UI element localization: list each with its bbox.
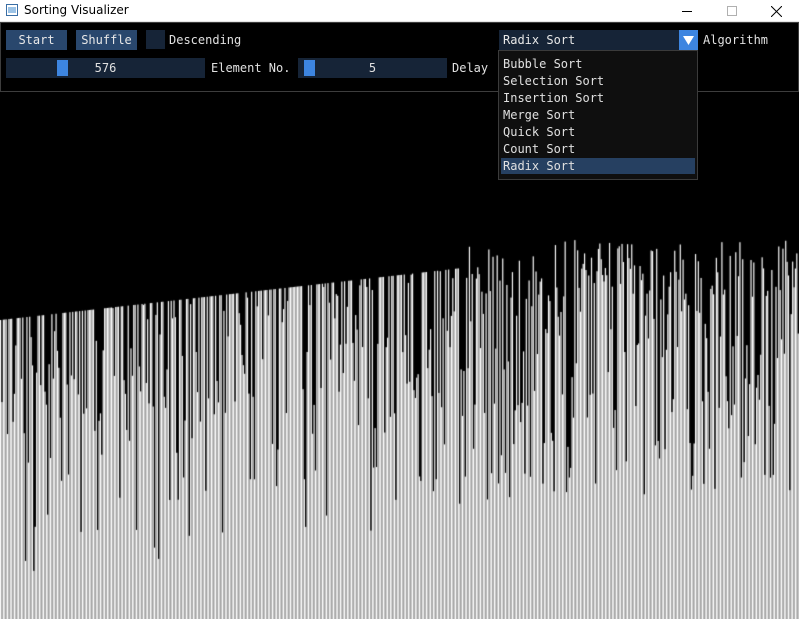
start-button[interactable]: Start [6, 30, 67, 50]
close-icon [771, 5, 782, 17]
delay-value: 5 [368, 61, 377, 75]
algorithm-option-radix[interactable]: Radix Sort [501, 158, 695, 174]
algorithm-combo[interactable]: Radix Sort [499, 30, 698, 50]
algorithm-option-quick[interactable]: Quick Sort [501, 124, 695, 140]
algorithm-option-selection[interactable]: Selection Sort [501, 73, 695, 89]
algorithm-option-count[interactable]: Count Sort [501, 141, 695, 157]
algorithm-selected: Radix Sort [503, 33, 576, 47]
algorithm-dropdown: Bubble Sort Selection Sort Insertion Sor… [498, 50, 698, 180]
element-no-label: Element No. [211, 61, 291, 75]
minimize-icon [681, 11, 692, 12]
chevron-down-icon [683, 35, 694, 45]
algorithm-option-insertion[interactable]: Insertion Sort [501, 90, 695, 106]
close-button[interactable] [754, 0, 799, 22]
app-icon [6, 4, 18, 16]
algorithm-label: Algorithm [703, 33, 769, 47]
shuffle-button[interactable]: Shuffle [76, 30, 137, 50]
element-no-slider[interactable]: 576 [6, 58, 205, 78]
delay-slider[interactable]: 5 [298, 58, 447, 78]
dropdown-arrow[interactable] [679, 30, 698, 50]
window-title: Sorting Visualizer [24, 3, 129, 17]
maximize-icon [726, 6, 737, 16]
algorithm-option-merge[interactable]: Merge Sort [501, 107, 695, 123]
algorithm-option-bubble[interactable]: Bubble Sort [501, 56, 695, 72]
minimize-button[interactable] [664, 0, 709, 22]
descending-label: Descending [169, 33, 242, 47]
element-no-value: 576 [94, 61, 117, 75]
title-bar: Sorting Visualizer [0, 0, 799, 22]
descending-checkbox[interactable] [146, 30, 165, 49]
delay-label: Delay [452, 61, 489, 75]
maximize-button[interactable] [709, 0, 754, 22]
